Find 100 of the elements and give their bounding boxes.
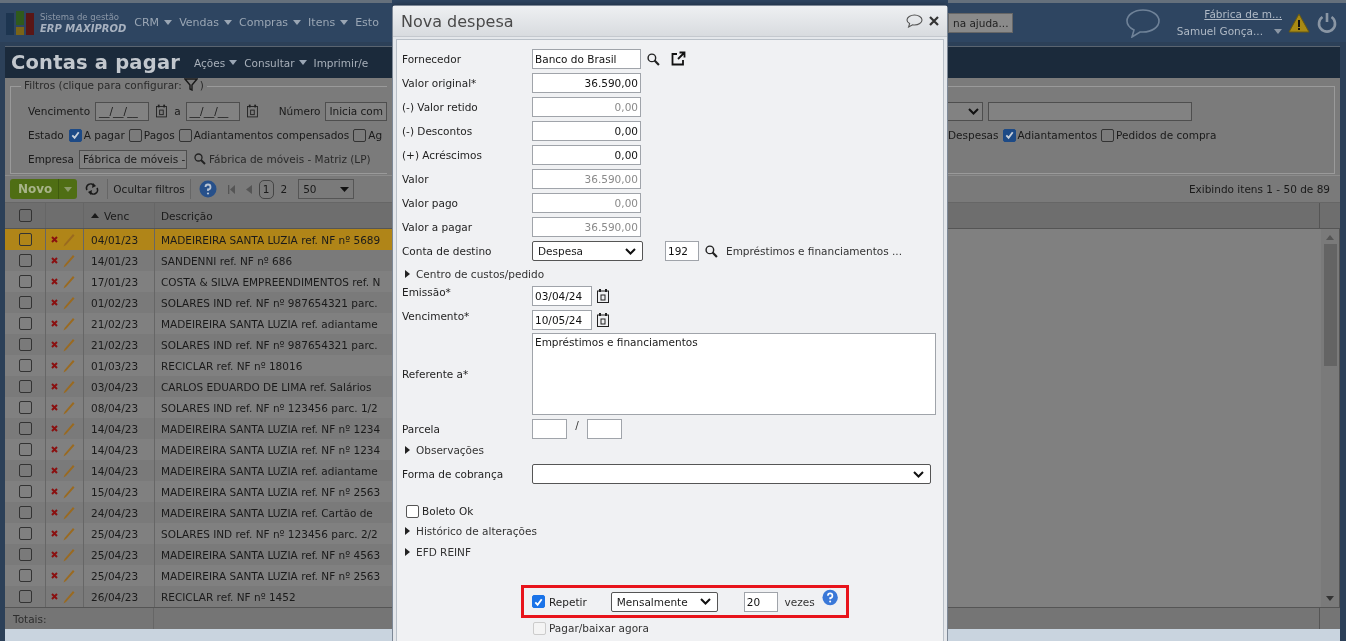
checkbox[interactable]	[18, 569, 32, 582]
checkbox[interactable]	[18, 548, 32, 561]
delete-icon[interactable]	[51, 572, 58, 579]
number-operator-select[interactable]	[948, 101, 983, 121]
checkbox[interactable]	[18, 527, 32, 540]
delete-icon[interactable]	[51, 362, 58, 369]
checkbox[interactable]	[18, 506, 32, 519]
section-toggle[interactable]: Histórico de alterações	[416, 525, 537, 537]
match-mode-select[interactable]: Inicia com	[325, 101, 387, 121]
delete-icon[interactable]	[51, 509, 58, 516]
checkbox[interactable]	[353, 128, 367, 142]
checkbox[interactable]	[68, 128, 82, 142]
refresh-icon[interactable]	[85, 183, 100, 195]
amount-field[interactable]: 0,00	[532, 121, 641, 141]
delete-icon[interactable]	[51, 320, 58, 327]
new-button[interactable]: Novo	[10, 179, 78, 199]
checkbox[interactable]	[532, 595, 545, 608]
section-toggle[interactable]: Observações	[416, 444, 484, 456]
expand-arrow-icon[interactable]	[405, 527, 410, 535]
account-type-select[interactable]: Despesa	[532, 241, 643, 261]
table-row[interactable]: 21/02/23 SOLARES IND ref. NF nº 987654321 parc.	[5, 334, 392, 355]
checkbox[interactable]	[178, 128, 192, 142]
delete-icon[interactable]	[51, 383, 58, 390]
caret-icon[interactable]	[340, 186, 350, 192]
search-icon[interactable]	[705, 244, 718, 258]
help-icon[interactable]	[821, 589, 838, 606]
repeat-count-field[interactable]: 20	[743, 591, 778, 612]
date-field[interactable]: 03/04/24	[532, 286, 592, 306]
date-field[interactable]: __/__/__	[95, 101, 150, 121]
company-link[interactable]: Fábrica de m...	[1204, 5, 1282, 23]
checkbox[interactable]	[18, 443, 32, 456]
checkbox[interactable]	[18, 317, 32, 330]
date-field[interactable]: __/__/__	[185, 101, 240, 121]
number-field[interactable]	[988, 101, 1192, 121]
menu-item[interactable]: Compras	[239, 16, 302, 29]
date-field[interactable]: 10/05/24	[532, 310, 592, 330]
table-row[interactable]: 14/04/23 MADEIREIRA SANTA LUZIA ref. adiantame	[5, 460, 392, 481]
checkbox[interactable]	[18, 254, 32, 267]
checkbox[interactable]	[406, 504, 419, 518]
delete-icon[interactable]	[51, 425, 58, 432]
checkbox[interactable]	[18, 590, 32, 603]
account-code-field[interactable]: 192	[665, 241, 699, 261]
page-link[interactable]: 1	[258, 179, 274, 199]
checkbox[interactable]	[18, 338, 32, 351]
power-icon[interactable]	[1316, 11, 1338, 34]
checkbox[interactable]	[18, 422, 32, 435]
external-link-icon[interactable]	[670, 51, 686, 67]
speech-bubble-icon[interactable]	[1124, 7, 1161, 38]
delete-icon[interactable]	[51, 530, 58, 537]
checkbox[interactable]	[1002, 128, 1016, 142]
expand-arrow-icon[interactable]	[405, 548, 410, 556]
checkbox[interactable]	[18, 380, 32, 393]
menu-item[interactable]: CRM	[134, 16, 173, 29]
checkbox[interactable]	[18, 359, 32, 372]
calendar-icon[interactable]	[597, 289, 609, 303]
table-row[interactable]: 14/01/23 SANDENNI ref. NF nº 686	[5, 250, 392, 271]
caret-icon[interactable]	[64, 186, 73, 192]
checkbox[interactable]	[18, 296, 32, 309]
checkbox[interactable]	[18, 464, 32, 477]
table-row[interactable]: 26/04/23 RECICLAR ref. NF nº 1452	[5, 586, 392, 607]
checkbox[interactable]	[18, 485, 32, 498]
close-icon[interactable]	[929, 16, 939, 26]
previous-page-icon[interactable]	[245, 184, 252, 194]
scroll-up-icon[interactable]	[1326, 235, 1334, 240]
scroll-down-icon[interactable]	[1326, 596, 1334, 601]
column-header[interactable]: Descrição	[161, 209, 213, 222]
funnel-icon[interactable]	[183, 78, 198, 91]
installment-total-field[interactable]	[587, 419, 622, 439]
search-icon[interactable]	[647, 52, 660, 66]
expand-arrow-icon[interactable]	[405, 446, 410, 454]
checkbox[interactable]	[18, 401, 32, 414]
delete-icon[interactable]	[51, 341, 58, 348]
table-row[interactable]: 04/01/23 MADEIREIRA SANTA LUZIA ref. NF nº 5689	[5, 229, 392, 250]
column-header[interactable]: Venc	[104, 209, 130, 222]
delete-icon[interactable]	[51, 488, 58, 495]
text-area[interactable]: Empréstimos e financiamentos	[532, 333, 936, 415]
chevron-down-icon[interactable]	[913, 470, 924, 478]
menu-item[interactable]: Itens	[308, 16, 349, 29]
table-row[interactable]: 14/04/23 MADEIREIRA SANTA LUZIA ref. NF nº 1234	[5, 418, 392, 439]
delete-icon[interactable]	[51, 551, 58, 558]
help-search-button[interactable]: na ajuda...	[948, 13, 1013, 33]
hide-filters-button[interactable]: Ocultar filtros	[107, 179, 191, 199]
checkbox[interactable]	[18, 209, 32, 222]
section-toggle[interactable]: EFD REINF	[416, 546, 472, 558]
help-icon[interactable]	[198, 180, 217, 198]
delete-icon[interactable]	[51, 236, 58, 243]
delete-icon[interactable]	[51, 446, 58, 453]
delete-icon[interactable]	[51, 257, 58, 264]
menu-item[interactable]: Consultar	[244, 56, 307, 69]
payment-method-select[interactable]	[532, 464, 931, 484]
amount-field[interactable]: 36.590,00	[532, 73, 641, 93]
expand-arrow-icon[interactable]	[405, 270, 410, 278]
checkbox[interactable]	[1101, 128, 1115, 142]
supplier-field[interactable]: Banco do Brasil	[532, 49, 641, 69]
delete-icon[interactable]	[51, 404, 58, 411]
frequency-select[interactable]: Mensalmente	[610, 591, 718, 612]
calendar-icon[interactable]	[597, 313, 609, 327]
menu-item[interactable]: Imprimir/e	[313, 56, 369, 69]
checkbox[interactable]	[128, 128, 142, 142]
menu-item[interactable]: Ações	[194, 56, 238, 69]
